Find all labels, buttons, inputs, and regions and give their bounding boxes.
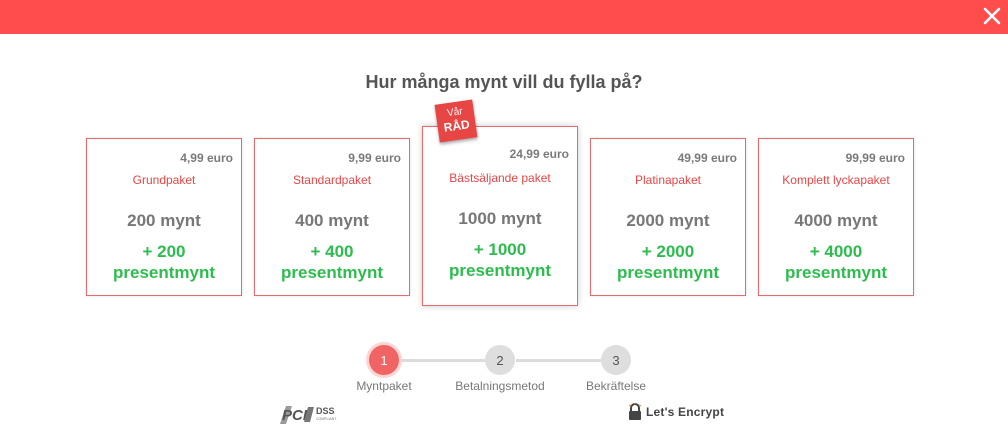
pci-text: PCI [282,407,308,424]
step-3-indicator: 3 [601,345,631,375]
bonus-amount: + 2000 [641,242,695,261]
package-card-complete[interactable]: 99,99 euro Komplett lyckapaket 4000 mynt… [758,138,914,296]
page-title: Hur många mynt vill du fylla på? [365,72,643,92]
package-name: Platinapaket [634,173,702,187]
package-bonus: + 4000 presentmynt [759,241,913,283]
bonus-label: presentmynt [112,263,216,282]
step-3-label: Bekräftelse [585,379,647,393]
package-bonus: + 200 presentmynt [87,241,241,283]
package-bonus: + 1000 presentmynt [423,239,577,281]
bonus-amount: + 1000 [473,240,527,259]
package-price: 49,99 euro [677,151,737,165]
package-bonus: + 2000 presentmynt [591,241,745,283]
step-1-label: Myntpaket [356,379,412,393]
pci-dss-logo: PCI DSS COMPLIANT [278,400,344,431]
bonus-label: presentmynt [784,263,888,282]
package-price: 24,99 euro [509,147,569,161]
package-coins: 200 mynt [127,211,201,230]
bonus-label: presentmynt [616,263,720,282]
step-1-indicator: 1 [369,345,399,375]
bonus-amount: + 200 [142,242,186,261]
step-2-indicator: 2 [485,345,515,375]
bonus-amount: + 4000 [809,242,863,261]
package-coins: 4000 mynt [794,211,878,230]
package-card-bestseller[interactable]: 24,99 euro Bästsäljande paket 1000 mynt … [422,126,578,306]
badge-line-2: RÅD [442,117,471,135]
lets-encrypt-text: Let's Encrypt [646,405,725,419]
package-coins: 2000 mynt [626,211,710,230]
lets-encrypt-logo: Let's Encrypt [628,403,724,421]
dss-text: DSS [316,406,335,416]
bonus-label: presentmynt [280,263,384,282]
package-card-standard[interactable]: 9,99 euro Standardpaket 400 mynt + 400 p… [254,138,410,296]
package-name: Grundpaket [132,173,196,187]
close-button[interactable] [978,2,1006,30]
compliant-text: COMPLIANT [316,417,337,421]
package-coins: 400 mynt [295,211,369,230]
bonus-amount: + 400 [310,242,354,261]
package-price: 4,99 euro [180,151,233,165]
package-name: Standardpaket [292,173,372,187]
package-card-platinum[interactable]: 49,99 euro Platinapaket 2000 mynt + 2000… [590,138,746,296]
package-price: 9,99 euro [348,151,401,165]
package-price: 99,99 euro [845,151,905,165]
package-bonus: + 400 presentmynt [255,241,409,283]
recommended-badge: Vår RÅD [434,99,478,143]
step-2-label: Betalningsmetod [455,379,545,393]
package-name: Bästsäljande paket [449,171,551,185]
lock-icon [628,403,642,420]
package-coins: 1000 mynt [458,209,542,228]
close-icon [983,7,1001,25]
header-bar [0,0,1008,34]
package-card-basic[interactable]: 4,99 euro Grundpaket 200 mynt + 200 pres… [86,138,242,296]
package-name: Komplett lyckapaket [782,173,890,187]
bonus-label: presentmynt [448,261,552,280]
